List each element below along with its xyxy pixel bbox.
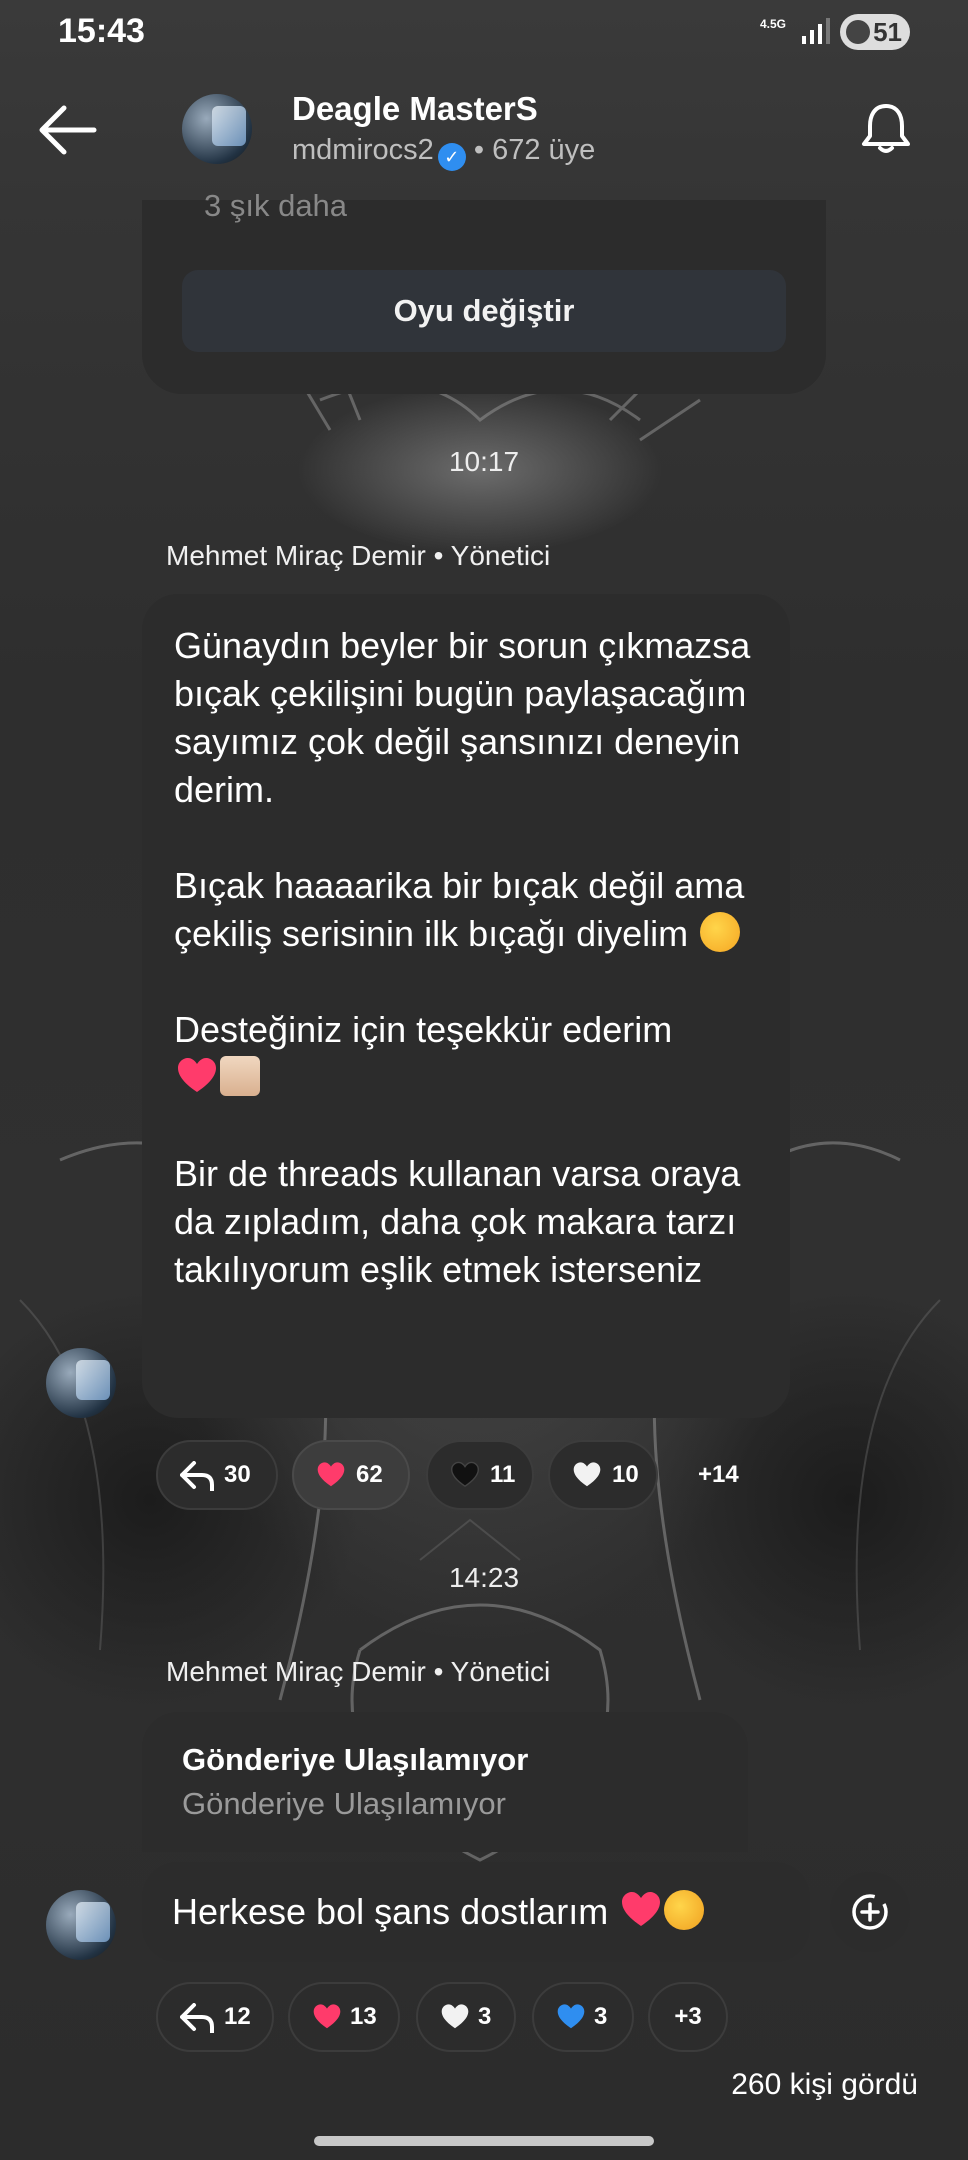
red-heart-reaction-chip[interactable]: 13: [288, 1982, 400, 2052]
message-sender[interactable]: Mehmet Miraç Demir • Yönetici: [166, 540, 550, 572]
reaction-count: 11: [490, 1461, 516, 1488]
battery-indicator: 51: [840, 14, 910, 50]
change-vote-button[interactable]: Oyu değiştir: [182, 270, 786, 352]
message-text: Herkese bol şans dostlarım: [172, 1891, 609, 1932]
app-bar: Deagle MasterS mdmirocs2 ✓ • 672 üye: [0, 70, 968, 200]
channel-handle: mdmirocs2: [292, 134, 434, 166]
poll-card: 3 şık daha Oyu değiştir: [142, 188, 826, 394]
sender-avatar[interactable]: [46, 1890, 116, 1960]
message-bubble[interactable]: Günaydın beyler bir sorun çıkmazsa bıçak…: [142, 594, 790, 1418]
channel-title[interactable]: Deagle MasterS: [292, 90, 538, 128]
channel-avatar[interactable]: [182, 94, 252, 164]
more-reactions[interactable]: +14: [698, 1440, 739, 1510]
share-icon: [852, 1894, 888, 1930]
network-type: 4.5G: [760, 17, 787, 31]
unavailable-title: Gönderiye Ulaşılamıyor: [182, 1742, 529, 1777]
bell-icon[interactable]: [858, 100, 914, 156]
message-paragraph: Günaydın beyler bir sorun çıkmazsa bıçak…: [174, 625, 751, 810]
battery-level: 51: [873, 17, 902, 47]
view-count: 260 kişi gördü: [731, 2068, 918, 2101]
reaction-count: 62: [356, 1461, 383, 1488]
poll-more-options[interactable]: 3 şık daha: [204, 188, 347, 224]
reaction-count: 10: [612, 1461, 639, 1488]
home-indicator[interactable]: [314, 2136, 654, 2146]
message-sender[interactable]: Mehmet Miraç Demir • Yönetici: [166, 1656, 550, 1688]
message-bubble[interactable]: Herkese bol şans dostlarım: [142, 1862, 810, 1962]
status-time: 15:43: [58, 12, 145, 50]
back-arrow-icon[interactable]: [36, 104, 98, 156]
reaction-count: 3: [594, 2003, 608, 2030]
status-bar: 15:43 4.5G 51: [0, 0, 968, 64]
red-heart-emoji-icon: [622, 1892, 661, 1926]
blue-heart-icon: [557, 2004, 585, 2029]
battery-saver-icon: [846, 20, 870, 44]
white-heart-reaction-chip[interactable]: 10: [548, 1440, 658, 1510]
praying-hands-emoji-icon: [220, 1056, 260, 1096]
forwarded-post-preview[interactable]: Gönderiye Ulaşılamıyor Gönderiye Ulaşıla…: [142, 1712, 748, 1852]
monocle-face-emoji-icon: [664, 1890, 705, 1930]
message-paragraph: Desteğiniz için teşekkür ederim: [174, 1009, 673, 1050]
time-separator: 14:23: [448, 1562, 520, 1593]
black-heart-reaction-chip[interactable]: 11: [426, 1440, 534, 1510]
sender-avatar[interactable]: [46, 1348, 116, 1418]
white-heart-icon: [441, 2004, 469, 2029]
unavailable-subtitle: Gönderiye Ulaşılamıyor: [182, 1786, 506, 1821]
reply-icon: [180, 1461, 214, 1491]
white-heart-reaction-chip[interactable]: 3: [416, 1982, 516, 2052]
share-button[interactable]: [830, 1872, 910, 1952]
reaction-count: 12: [224, 2003, 251, 2030]
red-heart-icon: [317, 1462, 345, 1487]
red-heart-emoji-icon: [178, 1058, 216, 1092]
red-heart-icon: [313, 2004, 341, 2029]
white-heart-icon: [573, 1462, 601, 1487]
signal-icon: [802, 18, 830, 44]
black-heart-icon: [450, 1461, 480, 1488]
verified-badge-icon: ✓: [437, 143, 466, 171]
time-separator: 10:17: [448, 446, 520, 477]
reply-count-chip[interactable]: 30: [156, 1440, 278, 1510]
reaction-count: 3: [478, 2003, 492, 2030]
message-paragraph: Bıçak haaaarika bir bıçak değil ama çeki…: [174, 865, 745, 954]
channel-subtitle[interactable]: mdmirocs2 ✓ • 672 üye: [292, 134, 595, 171]
message-paragraph: Bir de threads kullanan varsa oraya da z…: [174, 1153, 741, 1290]
red-heart-reaction-chip[interactable]: 62: [292, 1440, 410, 1510]
blue-heart-reaction-chip[interactable]: 3: [532, 1982, 634, 2052]
more-reactions[interactable]: +3: [648, 1982, 728, 2052]
reply-count-chip[interactable]: 12: [156, 1982, 274, 2052]
member-count: • 672 üye: [473, 134, 596, 166]
reply-icon: [180, 2003, 214, 2033]
reaction-count: 13: [350, 2003, 377, 2030]
yum-emoji-icon: [700, 912, 741, 952]
reaction-count: 30: [224, 1461, 251, 1488]
